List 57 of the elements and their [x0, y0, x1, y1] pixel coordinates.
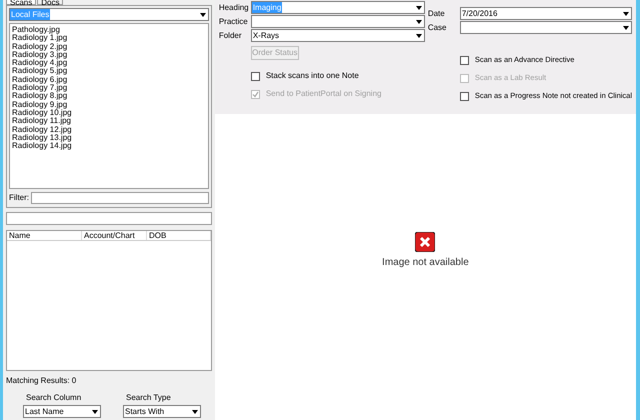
dropdown-arrow-icon [623, 26, 629, 30]
file-item[interactable]: Radiology 12.jpg [12, 126, 208, 134]
field-label: Practice [218, 16, 249, 28]
file-item[interactable]: Radiology 3.jpg [12, 50, 208, 60]
file-item[interactable]: Radiology 5.jpg [12, 67, 208, 76]
dropdown-arrow-icon [416, 34, 422, 38]
dropdown-arrow-icon [92, 410, 98, 414]
image-not-available-text: Image not available [382, 256, 469, 270]
checkbox-label: Stack scans into one Note [266, 70, 359, 82]
search-dropdown[interactable]: Starts With [123, 405, 201, 418]
filter-field[interactable] [31, 192, 209, 204]
field-label: Folder [218, 30, 243, 42]
dropdown-arrow-icon [416, 20, 422, 24]
file-item[interactable]: Radiology 14.jpg [12, 142, 208, 150]
checkmark-icon [252, 90, 259, 98]
column-header[interactable]: Name [7, 231, 82, 240]
file-item[interactable]: Radiology 4.jpg [12, 59, 208, 68]
checkbox[interactable] [250, 72, 260, 80]
field-value: 7/20/2016 [460, 8, 498, 19]
file-item[interactable]: Radiology 13.jpg [12, 134, 208, 142]
file-item[interactable]: Radiology 1.jpg [12, 34, 208, 43]
field-label: Date [428, 8, 446, 20]
search-label: Search Type [125, 392, 172, 404]
dropdown-arrow-icon [416, 6, 422, 10]
file-item[interactable]: Pathology.jpg [12, 26, 208, 34]
search-dropdown[interactable]: Last Name [23, 405, 101, 418]
field-label: Case [428, 22, 448, 34]
file-item[interactable]: Radiology 7.jpg [12, 84, 208, 92]
field-value: X-Rays [252, 30, 280, 41]
error-icon [415, 232, 436, 252]
search-label: Search Column [25, 392, 82, 404]
field-value: Imaging [252, 2, 282, 13]
file-item[interactable]: Radiology 9.jpg [12, 100, 208, 109]
checkbox[interactable] [460, 92, 469, 100]
column-header[interactable]: Account/Chart [82, 231, 147, 240]
dropdown-arrow-icon [192, 410, 198, 414]
file-item[interactable]: Radiology 2.jpg [12, 42, 208, 51]
dropdown-field[interactable]: 7/20/2016 [460, 7, 632, 20]
file-item[interactable]: Radiology 11.jpg [12, 117, 208, 126]
checkbox[interactable] [460, 56, 469, 64]
file-item[interactable]: Radiology 6.jpg [12, 76, 208, 84]
field-label: Heading [218, 2, 250, 14]
file-item[interactable]: Radiology 10.jpg [12, 108, 208, 118]
dropdown-field[interactable] [250, 15, 425, 28]
column-header[interactable]: DOB [147, 231, 211, 240]
dropdown-field[interactable]: X-Rays [250, 29, 425, 42]
dropdown-arrow-icon [200, 12, 206, 16]
field-value: Last Name [24, 406, 65, 417]
dropdown-field[interactable] [460, 21, 632, 34]
field-value: Starts With [124, 406, 166, 417]
file-item[interactable]: Radiology 8.jpg [12, 92, 208, 101]
matching-results: Matching Results: 0 [6, 375, 78, 387]
patient-search-field[interactable] [6, 212, 212, 225]
filter-label: Filter: [9, 192, 29, 204]
checkbox-label: Send to PatientPortal on Signing [266, 88, 382, 100]
dropdown-arrow-icon [623, 12, 629, 16]
field-value: Local Files [10, 9, 50, 20]
